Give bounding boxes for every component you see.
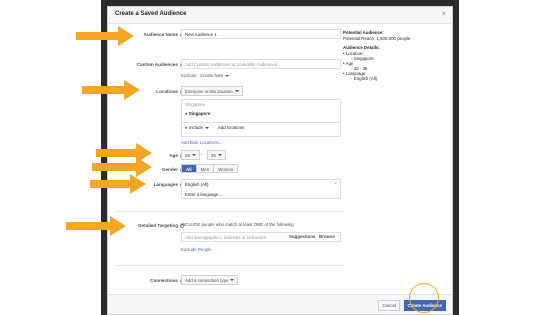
locations-box: Singapore ● Singapore ● Include Add loca… [181,99,341,137]
cancel-button[interactable]: Cancel [378,300,400,311]
close-icon[interactable]: × [441,10,446,18]
location-mode-value: Everyone in this location [185,88,233,94]
location-mode-select[interactable]: Everyone in this location [181,86,243,96]
audience-name-input[interactable]: New Audience 1 [181,29,341,39]
detailed-targeting-label: Detailed Targeting [138,223,184,228]
create-new-label: Create New [200,73,224,78]
gender-option-men[interactable]: Men [196,165,215,172]
language-tag: English (All) [185,182,209,187]
pin-icon: ● [185,125,188,130]
languages-box[interactable]: English (All) × Enter a language... [181,179,341,199]
age-dash: - [201,152,203,157]
suggestions-button[interactable]: Suggestions [289,234,315,239]
custom-audiences-placeholder: Add Custom Audiences or Lookalike Audien… [185,62,278,67]
section-divider [116,265,344,266]
detail-location-value-text: Singapore [353,56,374,61]
language-input-placeholder: Enter a language... [185,192,223,197]
include-select-label: Include [188,125,204,130]
exclude-people-link[interactable]: Exclude People [181,247,212,252]
chevron-down-icon [230,279,235,282]
annotation-circle [409,283,439,313]
audience-name-label: Audience Name [144,32,184,37]
audience-details-title: Audience Details: [343,45,380,50]
dialog-footer: Cancel Create Audience [108,294,452,314]
potential-reach: Potential Reach: 1,500,000 people [343,36,411,41]
age-max-select[interactable]: 35 [207,150,226,160]
connection-type-label: Add a connection type [185,277,229,283]
age-min-select[interactable]: 25 [181,150,200,160]
languages-label-text: Languages [153,182,178,187]
audience-summary-panel: Potential Audience: Potential Reach: 1,5… [343,30,443,81]
potential-audience-title: Potential Audience: [343,30,384,35]
audience-name-label-text: Audience Name [143,32,178,37]
detailed-targeting-placeholder: Add demographics, interests or behaviors [185,235,267,240]
gender-option-women[interactable]: Women [214,165,238,172]
location-pin-icon: ● [185,111,188,116]
create-new-dropdown[interactable]: Create New [200,73,230,78]
connections-label: Connections [150,278,184,283]
detailed-targeting-label-text: Detailed Targeting [138,223,178,228]
chevron-down-icon [217,154,222,157]
remove-language-icon[interactable]: × [334,181,337,186]
gender-option-all[interactable]: All [182,165,197,172]
connections-label-text: Connections [150,278,178,283]
chevron-down-icon [205,126,210,129]
detailed-targeting-input[interactable]: Add demographics, interests or behaviors [181,232,341,242]
age-label-text: Age [169,153,178,158]
dialog-title: Create a Saved Audience [115,11,187,17]
divider [182,122,340,123]
languages-label: Languages [154,182,184,187]
chevron-down-icon [191,154,196,157]
annotation-arrow-icon [66,216,126,236]
detail-language-value-text: English (All) [353,76,378,81]
gender-label-text: Gender [161,167,178,172]
audience-name-value: New Audience 1 [185,32,217,37]
locations-label: Locations [156,89,184,94]
include-select[interactable]: ● Include [185,125,210,130]
browse-button[interactable]: Browse [319,234,335,239]
location-group-name: Singapore [185,102,206,107]
custom-audiences-label: Custom Audiences [137,62,184,67]
chevron-down-icon [225,74,230,77]
chevron-down-icon [234,90,239,93]
detailed-targeting-description: INCLUDE people who match at least ONE of… [181,222,294,227]
screenshot-stage: Create a Saved Audience × Audience Name … [0,0,560,315]
annotation-arrow-icon [90,174,146,194]
annotation-arrow-icon [76,26,134,46]
location-item[interactable]: ● Singapore [185,111,210,116]
gender-segmented-control: All Men Women [181,164,239,173]
locations-label-text: Locations [156,89,178,94]
add-bulk-locations-link[interactable]: Add Bulk Locations... [181,140,222,145]
detail-language-value: ◦ English (All) [351,76,378,81]
section-divider [116,211,344,212]
dialog-header: Create a Saved Audience × [108,7,452,24]
custom-audiences-label-text: Custom Audiences [136,62,178,67]
custom-audiences-input[interactable]: Add Custom Audiences or Lookalike Audien… [181,59,341,69]
annotation-arrow-icon [82,80,140,100]
connection-type-select[interactable]: Add a connection type [181,275,239,285]
location-item-text: Singapore [188,111,211,116]
age-max-value: 35 [211,152,216,158]
custom-audiences-exclude-link[interactable]: Exclude [181,73,197,78]
age-min-value: 25 [185,152,190,158]
add-locations-input[interactable]: Add locations [218,125,244,130]
